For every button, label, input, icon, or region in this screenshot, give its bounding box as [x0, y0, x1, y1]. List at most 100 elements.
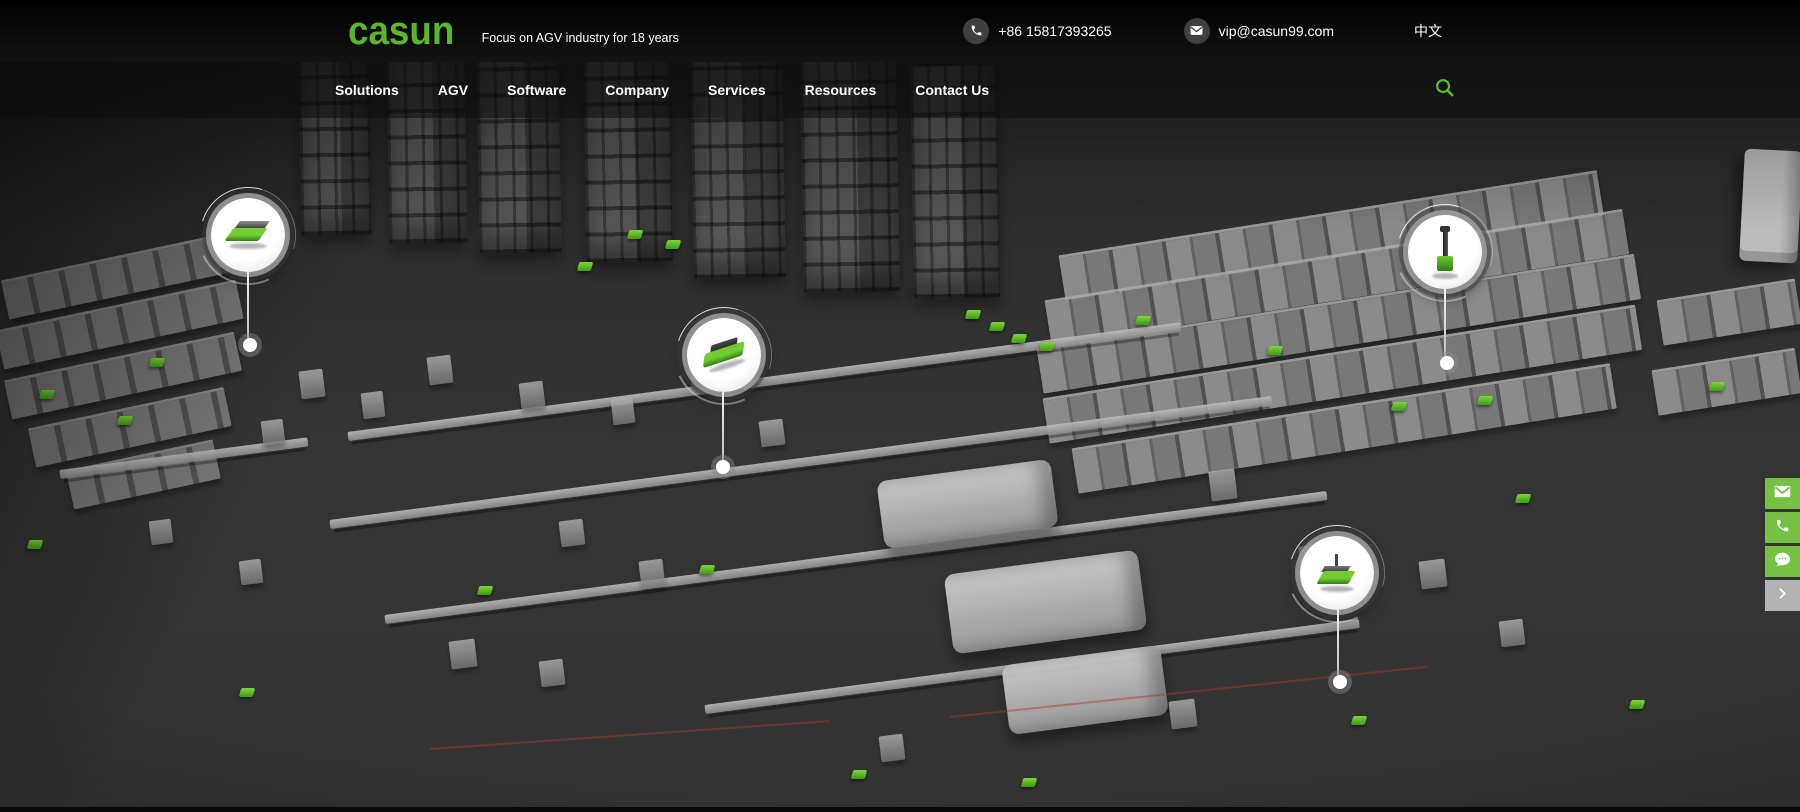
- scene-green-agv: [1629, 700, 1646, 709]
- scene-workstation: [448, 639, 477, 670]
- hotspot-tow-tractor-agv[interactable]: [1289, 525, 1385, 621]
- main-nav: Solutions AGV Software Company Services …: [0, 62, 1800, 118]
- nav-item-resources[interactable]: Resources: [805, 82, 877, 98]
- scene-green-agv: [627, 230, 644, 239]
- hotspot-stem: [1444, 289, 1446, 363]
- nav-item-services[interactable]: Services: [708, 82, 766, 98]
- scene-workstation: [261, 419, 286, 446]
- scene-workstation: [519, 381, 546, 410]
- scene-workstation: [149, 519, 174, 546]
- scene-workstation: [610, 397, 635, 425]
- tow-tractor-agv-icon: [1320, 554, 1354, 592]
- scene-guide-path: [430, 720, 829, 750]
- hotspot-circle: [1300, 536, 1374, 610]
- scene-green-agv: [149, 358, 166, 367]
- envelope-icon: [1184, 18, 1210, 44]
- warehouse-scene: [0, 0, 1800, 812]
- scene-workstation: [638, 559, 665, 590]
- nav-item-company[interactable]: Company: [605, 82, 669, 98]
- hotspot-circle: [687, 318, 761, 392]
- scene-workstation: [759, 419, 786, 448]
- phone-icon: [1775, 518, 1790, 538]
- scene-workstation: [1168, 699, 1197, 730]
- live-chat-button[interactable]: [1765, 546, 1800, 577]
- top-bar: casun Focus on AGV industry for 18 years…: [0, 0, 1800, 62]
- hotspot-stem: [247, 272, 249, 345]
- scene-workstation: [539, 659, 566, 688]
- nav-item-solutions[interactable]: Solutions: [335, 82, 399, 98]
- topbar-email[interactable]: vip@casun99.com: [1184, 18, 1334, 44]
- scene-green-agv: [989, 322, 1006, 331]
- email-address: vip@casun99.com: [1219, 23, 1334, 39]
- hotspot-anchor-dot: [716, 460, 730, 474]
- scene-green-agv: [239, 688, 256, 697]
- scene-machine: [1001, 645, 1169, 735]
- scene-workstation: [1418, 559, 1447, 590]
- scene-green-agv: [39, 390, 56, 399]
- scene-green-agv: [577, 262, 594, 271]
- search-icon: [1434, 77, 1455, 103]
- scene-container-row: [1651, 348, 1800, 416]
- scene-workstation: [879, 734, 906, 763]
- scene-machine: [944, 550, 1148, 655]
- phone-icon: [963, 18, 989, 44]
- scene-workstation: [298, 369, 325, 400]
- nav-item-software[interactable]: Software: [507, 82, 566, 98]
- scene-workstation: [360, 391, 385, 419]
- search-button[interactable]: [1434, 77, 1455, 103]
- casun-logo[interactable]: casun: [348, 11, 454, 51]
- scene-green-agv: [965, 310, 982, 319]
- scene-green-agv: [1709, 382, 1726, 391]
- hotspot-tugger-agv[interactable]: [676, 307, 772, 403]
- floating-button-stack: [1765, 478, 1800, 611]
- scene-workstation: [239, 559, 264, 586]
- scene-green-agv: [1267, 346, 1284, 355]
- scene-green-agv: [477, 586, 494, 595]
- scene-green-agv: [1021, 778, 1038, 787]
- contact-phone-button[interactable]: [1765, 512, 1800, 543]
- hotspot-circle: [1408, 215, 1482, 289]
- scene-green-agv: [665, 240, 682, 249]
- hotspot-stem: [722, 392, 724, 467]
- scene-conveyor-line: [384, 491, 1327, 624]
- collapse-panel-button[interactable]: [1765, 580, 1800, 611]
- hotspot-anchor-dot: [1333, 675, 1347, 689]
- hotspot-unit-load-agv[interactable]: [200, 187, 296, 283]
- bottom-edge-strip: [0, 807, 1800, 812]
- hotspot-forklift-agv[interactable]: [1397, 204, 1493, 300]
- scene-workstation: [1499, 619, 1526, 648]
- chevron-right-icon: [1776, 587, 1789, 605]
- topbar-phone[interactable]: +86 15817393265: [963, 18, 1111, 44]
- brand-tagline: Focus on AGV industry for 18 years: [482, 31, 679, 45]
- scene-green-agv: [1515, 494, 1532, 503]
- scene-green-agv: [1039, 342, 1056, 351]
- scene-green-agv: [851, 770, 868, 779]
- scene-workstation: [426, 355, 453, 386]
- nav-item-contact-us[interactable]: Contact Us: [915, 82, 989, 98]
- contact-email-button[interactable]: [1765, 478, 1800, 509]
- hero-warehouse-image: [0, 0, 1800, 812]
- language-switcher[interactable]: 中文: [1414, 21, 1442, 41]
- scene-green-agv: [1391, 402, 1408, 411]
- hotspot-stem: [1337, 610, 1339, 682]
- nav-item-agv[interactable]: AGV: [438, 82, 468, 98]
- scene-green-agv: [1135, 316, 1152, 325]
- scene-green-agv: [1351, 716, 1368, 725]
- scene-container-row: [1656, 278, 1800, 345]
- phone-number: +86 15817393265: [998, 23, 1111, 39]
- hotspot-circle: [211, 198, 285, 272]
- scene-green-agv: [117, 416, 134, 425]
- forklift-agv-icon: [1432, 226, 1458, 279]
- scene-workstation: [559, 519, 586, 548]
- scene-green-agv: [27, 540, 44, 549]
- scene-green-agv: [1477, 396, 1494, 405]
- scene-green-agv: [699, 565, 716, 574]
- chat-icon: [1774, 552, 1791, 572]
- scene-green-agv: [1011, 334, 1028, 343]
- scene-workstation: [1208, 469, 1237, 502]
- hotspot-anchor-dot: [1440, 356, 1454, 370]
- scene-truck: [1739, 149, 1800, 264]
- unit-load-agv-icon: [229, 221, 267, 249]
- hotspot-anchor-dot: [243, 338, 257, 352]
- envelope-icon: [1774, 485, 1791, 503]
